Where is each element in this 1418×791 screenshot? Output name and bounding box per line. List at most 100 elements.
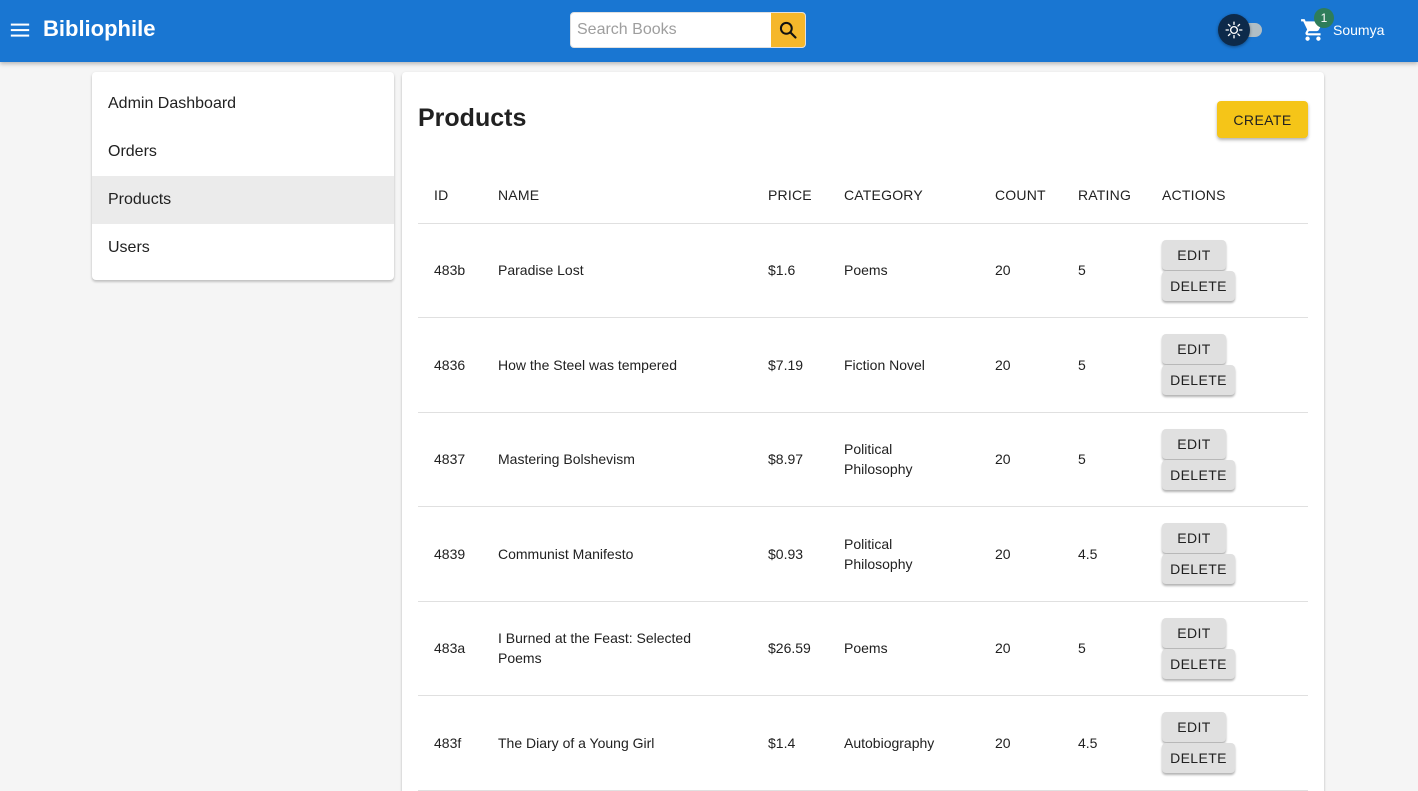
cell-actions: EDIT DELETE (1162, 412, 1308, 507)
products-table: ID NAME PRICE CATEGORY COUNT RATING ACTI… (418, 168, 1308, 791)
sidebar-item-products[interactable]: Products (92, 176, 394, 224)
table-row: 4836 How the Steel was tempered $7.19 Fi… (418, 317, 1308, 413)
create-button[interactable]: CREATE (1217, 101, 1308, 138)
app-bar: Bibliophile 1 Soumya (0, 0, 1418, 62)
category-text: Political Philosophy (844, 441, 913, 478)
cell-rating: 4.5 (1078, 695, 1162, 791)
category-text: Fiction Novel (844, 356, 925, 373)
cell-category: Political Philosophy (844, 506, 995, 602)
product-name: How the Steel was tempered (498, 356, 677, 373)
cell-category: Fiction Novel (844, 317, 995, 413)
table-row: 483f The Diary of a Young Girl $1.4 Auto… (418, 695, 1308, 791)
search-input[interactable] (571, 13, 771, 47)
cell-name: The Diary of a Young Girl (498, 695, 768, 791)
cell-actions: EDIT DELETE (1162, 695, 1308, 791)
theme-toggle[interactable] (1218, 14, 1264, 46)
cell-price: $26.59 (768, 601, 844, 696)
sun-icon (1225, 21, 1243, 39)
table-row: 483b Paradise Lost $1.6 Poems 20 5 EDIT … (418, 223, 1308, 318)
cell-count: 20 (995, 506, 1078, 602)
column-header-price[interactable]: PRICE (768, 168, 844, 224)
category-text: Poems (844, 262, 888, 279)
cell-category: Poems (844, 601, 995, 696)
delete-button[interactable]: DELETE (1162, 270, 1235, 301)
cell-rating: 5 (1078, 412, 1162, 507)
edit-button[interactable]: EDIT (1162, 712, 1226, 743)
column-header-rating[interactable]: RATING (1078, 168, 1162, 224)
product-name: I Burned at the Feast: Selected Poems (498, 630, 692, 667)
sidebar-item-orders[interactable]: Orders (92, 128, 394, 176)
cell-rating: 5 (1078, 223, 1162, 318)
cell-category: Political Philosophy (844, 412, 995, 507)
edit-button[interactable]: EDIT (1162, 428, 1226, 459)
user-name[interactable]: Soumya (1333, 22, 1384, 38)
column-header-name[interactable]: NAME (498, 168, 768, 224)
edit-button[interactable]: EDIT (1162, 239, 1226, 270)
cell-count: 20 (995, 223, 1078, 318)
cell-id: 483b (418, 223, 498, 318)
cell-name: I Burned at the Feast: Selected Poems (498, 601, 768, 696)
cell-category: Autobiography (844, 695, 995, 791)
table-row: 483a I Burned at the Feast: Selected Poe… (418, 601, 1308, 696)
category-text: Political Philosophy (844, 535, 913, 572)
table-row: 4837 Mastering Bolshevism $8.97 Politica… (418, 412, 1308, 507)
cell-actions: EDIT DELETE (1162, 601, 1308, 696)
delete-button[interactable]: DELETE (1162, 554, 1235, 585)
cell-actions: EDIT DELETE (1162, 506, 1308, 602)
delete-button[interactable]: DELETE (1162, 648, 1235, 679)
product-name: Mastering Bolshevism (498, 451, 635, 468)
search-icon (779, 21, 797, 39)
cell-name: Paradise Lost (498, 223, 768, 318)
product-name: The Diary of a Young Girl (498, 734, 655, 751)
cell-price: $1.4 (768, 695, 844, 791)
table-header-row: ID NAME PRICE CATEGORY COUNT RATING ACTI… (418, 168, 1308, 224)
sidebar-item-users[interactable]: Users (92, 224, 394, 272)
cell-id: 4836 (418, 317, 498, 413)
edit-button[interactable]: EDIT (1162, 523, 1226, 554)
column-header-category[interactable]: CATEGORY (844, 168, 995, 224)
menu-icon[interactable] (9, 19, 31, 41)
cell-price: $8.97 (768, 412, 844, 507)
cell-rating: 5 (1078, 317, 1162, 413)
cell-id: 483a (418, 601, 498, 696)
category-text: Autobiography (844, 734, 935, 751)
category-text: Poems (844, 640, 888, 657)
cell-price: $7.19 (768, 317, 844, 413)
edit-button[interactable]: EDIT (1162, 334, 1226, 365)
cell-id: 4839 (418, 506, 498, 602)
cell-rating: 5 (1078, 601, 1162, 696)
page-title: Products (418, 104, 527, 132)
product-name: Communist Manifesto (498, 545, 634, 562)
cell-count: 20 (995, 317, 1078, 413)
search-box (570, 12, 806, 48)
cell-name: How the Steel was tempered (498, 317, 768, 413)
toggle-knob (1218, 14, 1250, 46)
edit-button[interactable]: EDIT (1162, 617, 1226, 648)
cell-count: 20 (995, 695, 1078, 791)
admin-sidebar: Admin Dashboard Orders Products Users (92, 72, 394, 280)
cell-actions: EDIT DELETE (1162, 223, 1308, 318)
delete-button[interactable]: DELETE (1162, 743, 1235, 774)
cell-id: 4837 (418, 412, 498, 507)
column-header-actions: ACTIONS (1162, 168, 1308, 224)
cell-rating: 4.5 (1078, 506, 1162, 602)
cell-name: Communist Manifesto (498, 506, 768, 602)
delete-button[interactable]: DELETE (1162, 459, 1235, 490)
sidebar-item-admin-dashboard[interactable]: Admin Dashboard (92, 80, 394, 128)
column-header-count[interactable]: COUNT (995, 168, 1078, 224)
app-brand[interactable]: Bibliophile (43, 16, 155, 42)
cell-actions: EDIT DELETE (1162, 317, 1308, 413)
cell-count: 20 (995, 412, 1078, 507)
product-name: Paradise Lost (498, 262, 584, 279)
cell-name: Mastering Bolshevism (498, 412, 768, 507)
cell-price: $1.6 (768, 223, 844, 318)
column-header-id[interactable]: ID (418, 168, 498, 224)
delete-button[interactable]: DELETE (1162, 365, 1235, 396)
cart-badge: 1 (1314, 8, 1334, 28)
table-row: 4839 Communist Manifesto $0.93 Political… (418, 506, 1308, 602)
cell-count: 20 (995, 601, 1078, 696)
cell-price: $0.93 (768, 506, 844, 602)
search-button[interactable] (771, 13, 805, 47)
products-panel: Products CREATE ID NAME PRICE CATEGORY C… (402, 72, 1324, 791)
cell-category: Poems (844, 223, 995, 318)
